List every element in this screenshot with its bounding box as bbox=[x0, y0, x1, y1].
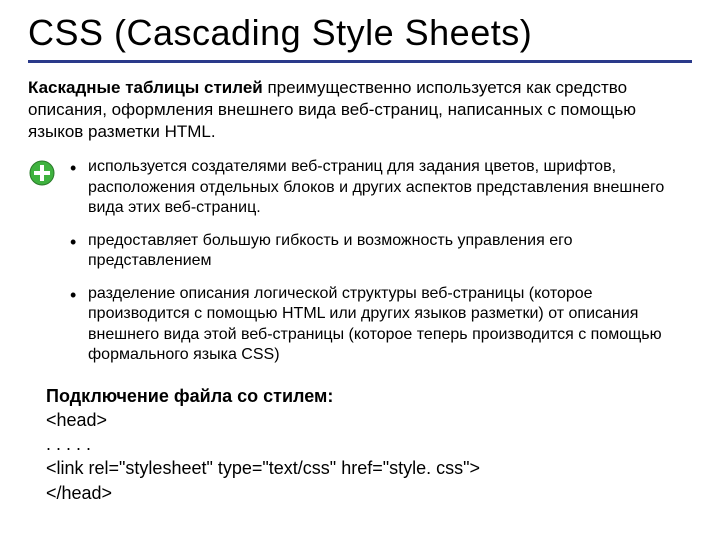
list-item: используется создателями веб-страниц для… bbox=[66, 157, 692, 218]
intro-paragraph: Каскадные таблицы стилей преимущественно… bbox=[28, 77, 692, 143]
list-item: предоставляет большую гибкость и возможн… bbox=[66, 231, 692, 272]
list-item: разделение описания логической структуры… bbox=[66, 284, 692, 366]
connect-line: </head> bbox=[46, 481, 692, 505]
content-row: используется создателями веб-страниц для… bbox=[28, 157, 692, 377]
bullet-list: используется создателями веб-страниц для… bbox=[66, 157, 692, 377]
connect-block: Подключение файла со стилем: <head> . . … bbox=[46, 384, 692, 505]
connect-line: . . . . . bbox=[46, 432, 692, 456]
connect-header: Подключение файла со стилем: bbox=[46, 384, 692, 408]
title-underline bbox=[28, 60, 692, 63]
intro-bold: Каскадные таблицы стилей bbox=[28, 78, 263, 97]
plus-icon bbox=[28, 159, 56, 187]
page-title: CSS (Cascading Style Sheets) bbox=[28, 12, 692, 54]
connect-line: <link rel="stylesheet" type="text/css" h… bbox=[46, 456, 692, 480]
connect-line: <head> bbox=[46, 408, 692, 432]
